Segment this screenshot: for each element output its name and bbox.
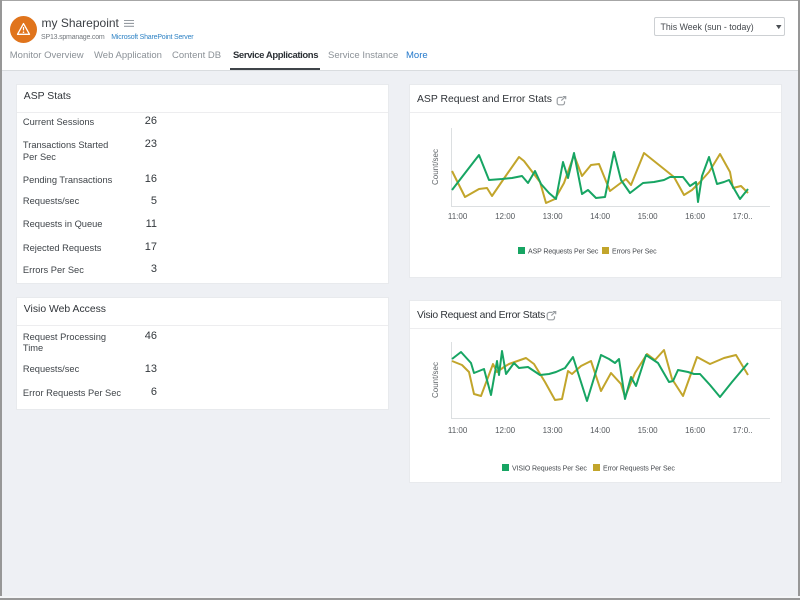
svg-text:16:00: 16:00: [685, 212, 706, 221]
svg-text:15:00: 15:00: [638, 212, 659, 221]
svg-text:11:00: 11:00: [448, 426, 468, 435]
svg-text:VISIO Requests Per Sec: VISIO Requests Per Sec: [512, 466, 587, 473]
svg-text:13:00: 13:00: [543, 426, 564, 435]
svg-text:Count/sec: Count/sec: [431, 149, 440, 185]
svg-text:17:0..: 17:0..: [733, 212, 753, 221]
svg-text:ASP Requests Per Sec: ASP Requests Per Sec: [528, 249, 599, 256]
svg-text:12:00: 12:00: [495, 426, 516, 435]
svg-text:14:00: 14:00: [590, 426, 611, 435]
svg-text:Error Requests Per Sec: Error Requests Per Sec: [603, 466, 675, 473]
svg-text:12:00: 12:00: [495, 212, 516, 221]
svg-text:17:0..: 17:0..: [733, 426, 753, 435]
svg-text:Count/sec: Count/sec: [431, 362, 440, 398]
svg-text:13:00: 13:00: [543, 212, 564, 221]
svg-text:14:00: 14:00: [590, 212, 611, 221]
svg-text:15:00: 15:00: [638, 426, 659, 435]
svg-text:16:00: 16:00: [685, 426, 706, 435]
svg-text:11:00: 11:00: [448, 212, 468, 221]
svg-text:Errors Per Sec: Errors Per Sec: [612, 249, 657, 256]
